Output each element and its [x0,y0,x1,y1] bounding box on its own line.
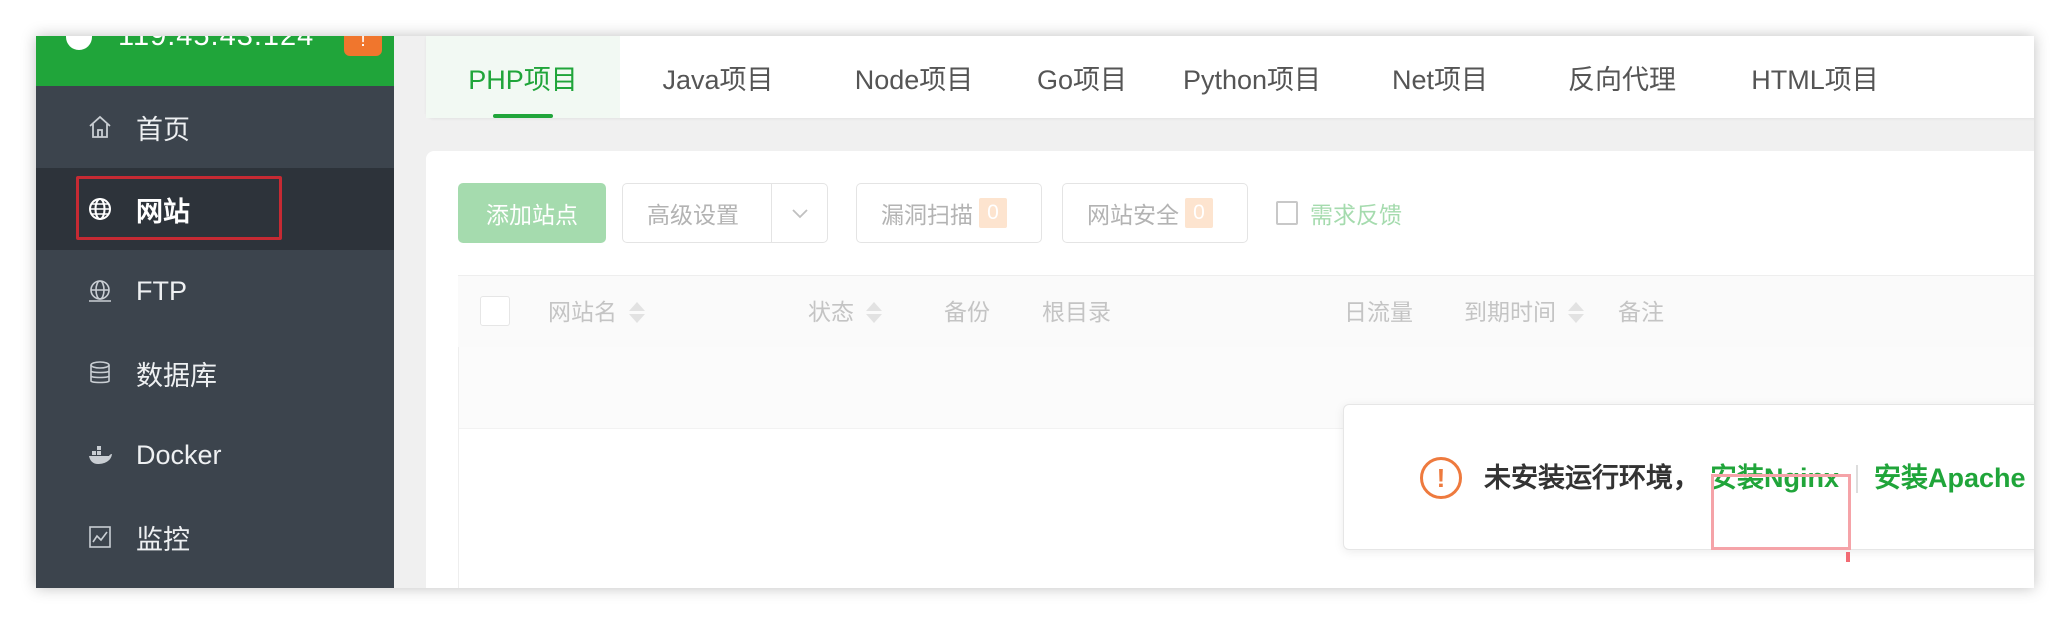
tab-go[interactable]: Go项目 [1012,36,1152,118]
security-count-badge: 0 [1185,198,1213,228]
tab-label: Java项目 [662,64,774,95]
sidebar: 119.45.43.124 ! 首页 网站 FTP 数据库 Docker 监控 [36,36,394,588]
chevron-down-icon[interactable] [791,198,809,234]
advanced-settings-button[interactable]: 高级设置 [622,183,828,243]
vuln-scan-button[interactable]: 漏洞扫描 0 [856,183,1042,243]
button-separator [771,184,772,242]
table-header: 网站名 状态 备份 根目录 日流量 到期时间 备注 [458,275,2034,347]
sidebar-item-home[interactable]: 首页 [36,86,394,168]
feedback-label: 需求反馈 [1310,202,1402,228]
add-site-button[interactable]: 添加站点 [458,183,606,243]
highlight-box [1711,474,1851,550]
tab-label: 反向代理 [1568,64,1676,95]
tab-label: Node项目 [854,64,974,95]
tab-net[interactable]: Net项目 [1352,36,1528,118]
app-window: 119.45.43.124 ! 首页 网站 FTP 数据库 Docker 监控 … [36,36,2034,588]
advanced-settings-label: 高级设置 [647,202,739,228]
column-status[interactable]: 状态 [808,276,882,348]
column-expiry[interactable]: 到期时间 [1464,276,1584,348]
column-label: 根目录 [1042,299,1111,325]
sidebar-item-monitor[interactable]: 监控 [36,496,394,578]
shield-icon [66,36,92,50]
tab-reverse-proxy[interactable]: 反向代理 [1528,36,1716,118]
home-icon [86,113,114,141]
sidebar-item-ftp[interactable]: FTP [36,250,394,332]
tab-label: Go项目 [1036,64,1128,95]
column-label: 日流量 [1344,299,1413,325]
tab-label: Net项目 [1391,64,1489,95]
sort-icon [629,301,645,323]
ftp-globe-icon [86,277,114,305]
sidebar-item-label: 监控 [136,524,190,555]
select-all-checkbox[interactable] [480,296,510,326]
column-label: 备份 [944,299,990,325]
tab-python[interactable]: Python项目 [1152,36,1352,118]
tab-java[interactable]: Java项目 [620,36,816,118]
site-security-button[interactable]: 网站安全 0 [1062,183,1248,243]
alert-badge[interactable]: ! [344,36,382,56]
link-divider [1856,465,1858,493]
monitor-icon [86,523,114,551]
column-label: 网站名 [548,299,617,325]
notice-message: 未安装运行环境， [1484,463,1700,493]
column-daily-traffic: 日流量 [1344,276,1413,348]
highlight-marker [1846,552,1850,562]
tab-label: PHP项目 [468,64,578,95]
tab-html[interactable]: HTML项目 [1716,36,1914,118]
edit-note-icon [1276,201,1298,225]
tab-node[interactable]: Node项目 [816,36,1012,118]
tab-label: Python项目 [1182,64,1322,95]
tab-label: HTML项目 [1751,64,1879,95]
sidebar-item-label: Docker [136,439,222,470]
site-security-label: 网站安全 [1087,202,1179,228]
environment-notice: ! 未安装运行环境， 安装Nginx 安装Apache [1343,404,2034,550]
column-label: 状态 [808,299,854,325]
warning-icon: ! [1420,457,1462,499]
server-ip: 119.45.43.124 [118,36,315,52]
vuln-count-badge: 0 [979,198,1007,228]
column-label: 备注 [1618,299,1664,325]
column-backup: 备份 [944,276,990,348]
sidebar-item-docker[interactable]: Docker [36,414,394,496]
database-icon [86,359,114,387]
sidebar-item-label: 数据库 [136,360,217,391]
sidebar-item-database[interactable]: 数据库 [36,332,394,414]
sort-icon [1568,301,1584,323]
sort-icon [866,301,882,323]
sidebar-item-label: 首页 [136,114,190,145]
active-tab-indicator [493,114,553,118]
sidebar-item-label: FTP [136,275,187,306]
highlight-outline [76,176,282,240]
feedback-link[interactable]: 需求反馈 [1276,183,1402,243]
project-tabs: PHP项目 Java项目 Node项目 Go项目 Python项目 Net项目 … [426,36,2034,118]
tab-php[interactable]: PHP项目 [426,36,620,118]
docker-icon [86,441,114,469]
column-root-dir: 根目录 [1042,276,1111,348]
column-site-name[interactable]: 网站名 [548,276,645,348]
column-label: 到期时间 [1464,299,1556,325]
vuln-scan-label: 漏洞扫描 [881,202,973,228]
server-header[interactable]: 119.45.43.124 ! [36,36,394,86]
install-apache-link[interactable]: 安装Apache [1874,457,2026,499]
column-remark: 备注 [1618,276,1664,348]
